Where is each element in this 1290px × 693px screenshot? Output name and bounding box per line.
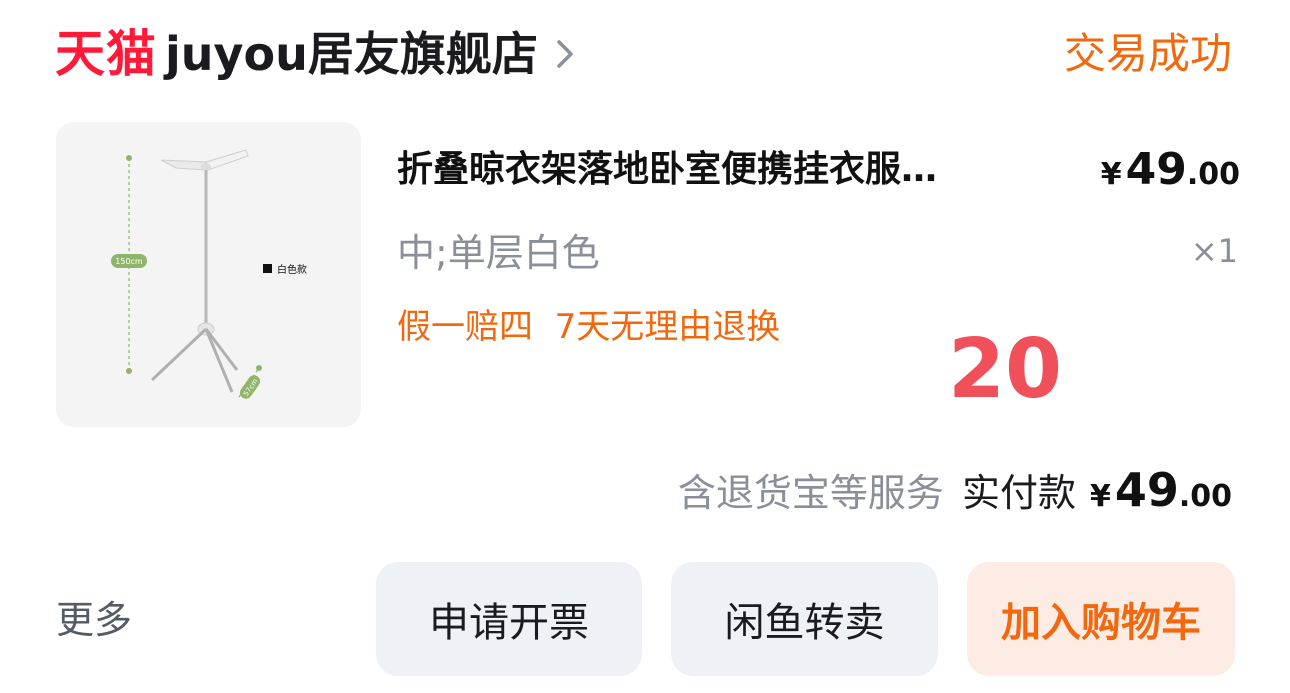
tmall-logo: 天猫 — [55, 25, 157, 83]
product-image[interactable]: 150cm 57cm 白色款 — [56, 122, 361, 427]
drying-rack-illustration: 150cm 57cm 白色款 — [111, 149, 307, 399]
price-decimal: .00 — [1186, 157, 1240, 192]
variant-label: 白色款 — [277, 263, 307, 276]
service-tags: 假一赔四 7天无理由退换 — [397, 307, 781, 347]
price-currency: ¥ — [1100, 157, 1122, 192]
payment-summary: 含退货宝等服务 实付款 ¥49.00 — [678, 462, 1232, 517]
order-card: 天猫 juyou居友旗舰店 交易成功 150cm 57cm 白色款 折叠晾衣架落… — [0, 0, 1290, 693]
payment-decimal: .00 — [1178, 479, 1232, 514]
store-header[interactable]: 天猫 juyou居友旗舰店 — [55, 22, 576, 86]
payment-note: 含退货宝等服务 — [677, 471, 944, 515]
height-label: 150cm — [115, 257, 143, 266]
order-status: 交易成功 — [1063, 29, 1232, 78]
add-to-cart-button[interactable]: 加入购物车 — [967, 562, 1235, 676]
xianyu-resell-button[interactable]: 闲鱼转卖 — [671, 562, 938, 676]
product-price: ¥49.00 — [1101, 140, 1240, 209]
product-title[interactable]: 折叠晾衣架落地卧室便携挂衣服… — [397, 144, 1069, 196]
product-spec: 中;单层白色 — [397, 231, 600, 275]
payment-label: 实付款 — [961, 471, 1076, 515]
chevron-right-icon[interactable] — [554, 38, 576, 70]
payment-integer: 49 — [1114, 463, 1179, 517]
payment-currency: ¥ — [1089, 479, 1111, 514]
product-quantity: ×1 — [1190, 232, 1238, 270]
more-button[interactable]: 更多 — [56, 590, 132, 650]
store-name[interactable]: juyou居友旗舰店 — [165, 31, 538, 77]
request-invoice-button[interactable]: 申请开票 — [376, 562, 642, 676]
price-integer: 49 — [1125, 144, 1187, 195]
overlay-number: 20 — [948, 322, 1063, 417]
